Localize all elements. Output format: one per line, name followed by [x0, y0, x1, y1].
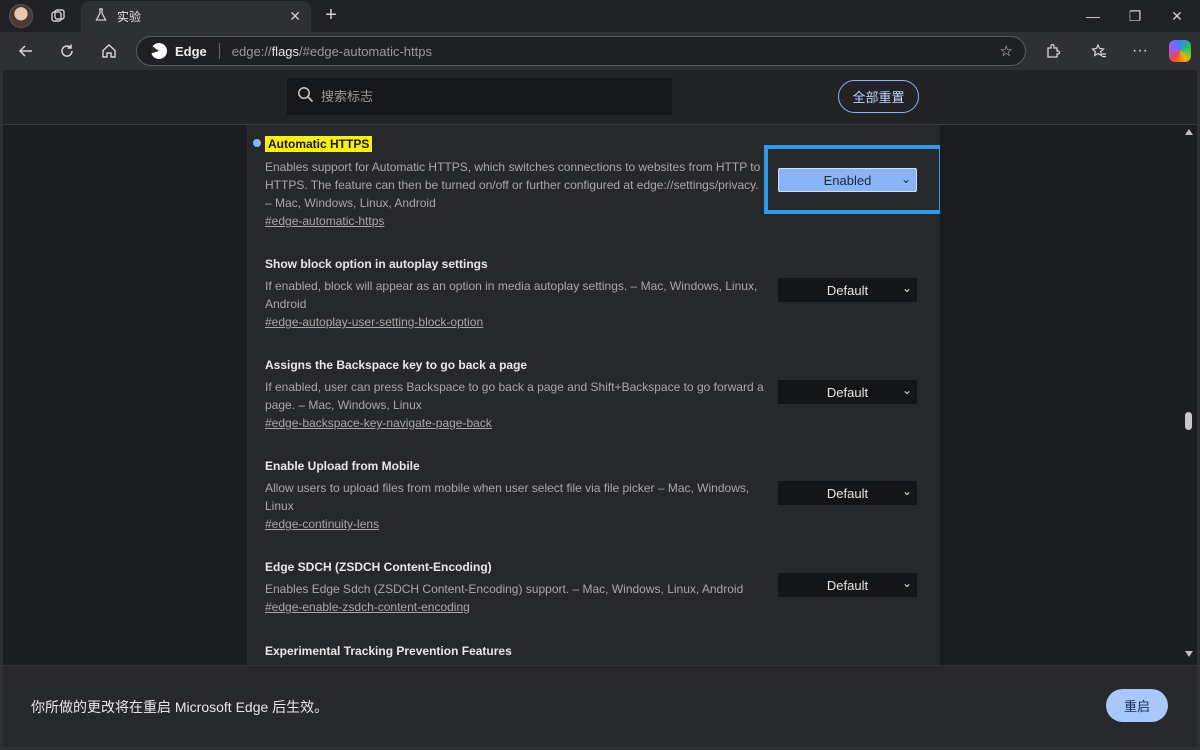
- back-icon[interactable]: [16, 41, 36, 61]
- scroll-up-icon[interactable]: [1185, 129, 1193, 135]
- flag-permalink[interactable]: #edge-autoplay-user-setting-block-option: [265, 315, 483, 329]
- tab-flags[interactable]: 实验 ✕: [81, 1, 311, 32]
- scrollbar[interactable]: [1181, 125, 1197, 665]
- flag-item: Experimental Tracking Prevention Feature…: [265, 642, 775, 664]
- extensions-icon[interactable]: [1043, 41, 1063, 61]
- flag-select-value: Default: [826, 485, 869, 501]
- address-bar[interactable]: Edge edge://flags/#edge-automatic-https …: [136, 36, 1026, 66]
- flag-permalink[interactable]: #edge-enable-zsdch-content-encoding: [265, 600, 470, 614]
- restart-button[interactable]: 重启: [1106, 689, 1168, 722]
- workspaces-icon[interactable]: [49, 7, 67, 25]
- flag-item: Enable Upload from Mobile Allow users to…: [265, 457, 775, 533]
- flag-description: Allow users to upload files from mobile …: [265, 481, 750, 513]
- modified-indicator: [253, 139, 261, 147]
- favorite-star-icon[interactable]: ☆: [1000, 42, 1013, 60]
- address-divider: [218, 43, 220, 59]
- flag-description: Enables Edge Sdch (ZSDCH Content-Encodin…: [265, 582, 744, 596]
- url-text: edge://flags/#edge-automatic-https: [231, 43, 432, 59]
- more-options-icon[interactable]: ···: [1130, 41, 1150, 61]
- maximize-button[interactable]: ❐: [1112, 0, 1158, 32]
- flags-list: Automatic HTTPS Enables support for Auto…: [247, 125, 940, 665]
- flags-header: 全部重置: [3, 70, 1197, 125]
- chevron-down-icon: ⌄: [901, 383, 912, 397]
- flag-select[interactable]: Default ⌄: [778, 573, 917, 597]
- scrollbar-thumb[interactable]: [1185, 412, 1192, 430]
- flag-name: Enable Upload from Mobile: [265, 459, 420, 473]
- flag-select[interactable]: Default ⌄: [778, 481, 917, 505]
- copilot-icon[interactable]: [1169, 40, 1191, 62]
- flag-select-value: Default: [826, 282, 869, 298]
- flag-item: Edge SDCH (ZSDCH Content-Encoding) Enabl…: [265, 558, 775, 616]
- flag-name: Show block option in autoplay settings: [265, 257, 488, 271]
- scroll-down-icon[interactable]: [1185, 651, 1193, 657]
- flag-item: Assigns the Backspace key to go back a p…: [265, 356, 775, 432]
- flag-select[interactable]: Default ⌄: [778, 278, 917, 302]
- flag-description: If enabled, block will appear as an opti…: [265, 279, 758, 311]
- flag-permalink[interactable]: #edge-automatic-https: [265, 214, 384, 228]
- close-window-button[interactable]: ✕: [1154, 0, 1200, 32]
- flag-select-value: Default: [826, 577, 869, 593]
- flag-select[interactable]: Enabled ⌄: [778, 168, 917, 192]
- chevron-down-icon: ⌄: [901, 576, 912, 590]
- flag-permalink[interactable]: #edge-backspace-key-navigate-page-back: [265, 416, 492, 430]
- flask-icon: [95, 8, 107, 25]
- search-icon: [297, 86, 314, 108]
- home-icon[interactable]: [99, 41, 119, 61]
- search-input[interactable]: [321, 89, 641, 104]
- reset-all-button[interactable]: 全部重置: [838, 80, 919, 113]
- flag-name: Edge SDCH (ZSDCH Content-Encoding): [265, 560, 492, 574]
- chevron-down-icon: ⌄: [901, 484, 912, 498]
- flag-permalink[interactable]: #edge-continuity-lens: [265, 517, 379, 531]
- search-field[interactable]: [287, 78, 672, 115]
- flag-description: Enables support for Automatic HTTPS, whi…: [265, 160, 761, 210]
- minimize-button[interactable]: —: [1070, 0, 1116, 32]
- restart-message: 你所做的更改将在重启 Microsoft Edge 后生效。: [31, 699, 329, 715]
- flag-name: Assigns the Backspace key to go back a p…: [265, 358, 528, 372]
- edge-logo-icon: [151, 43, 167, 59]
- flag-select[interactable]: Default ⌄: [778, 380, 917, 404]
- chevron-down-icon: ⌄: [901, 281, 912, 295]
- flag-name: Experimental Tracking Prevention Feature…: [265, 644, 512, 658]
- flag-item: Automatic HTTPS Enables support for Auto…: [265, 135, 775, 230]
- refresh-icon[interactable]: [57, 41, 77, 61]
- chevron-down-icon: ⌄: [900, 172, 911, 186]
- flag-name: Automatic HTTPS: [265, 136, 373, 152]
- restart-bar: 你所做的更改将在重启 Microsoft Edge 后生效。 重启: [3, 665, 1197, 747]
- site-label: Edge: [175, 43, 207, 59]
- new-tab-button[interactable]: +: [320, 4, 342, 26]
- flag-item: Show block option in autoplay settings I…: [265, 255, 775, 331]
- tab-close-icon[interactable]: ✕: [289, 8, 301, 25]
- profile-avatar[interactable]: [9, 4, 33, 28]
- flag-select-value: Enabled: [823, 172, 872, 188]
- tab-title: 实验: [117, 10, 142, 24]
- flag-description: If enabled, user can press Backspace to …: [265, 380, 764, 412]
- favorites-icon[interactable]: [1089, 41, 1109, 61]
- flag-select-value: Default: [826, 384, 869, 400]
- toolbar: Edge edge://flags/#edge-automatic-https …: [0, 32, 1200, 70]
